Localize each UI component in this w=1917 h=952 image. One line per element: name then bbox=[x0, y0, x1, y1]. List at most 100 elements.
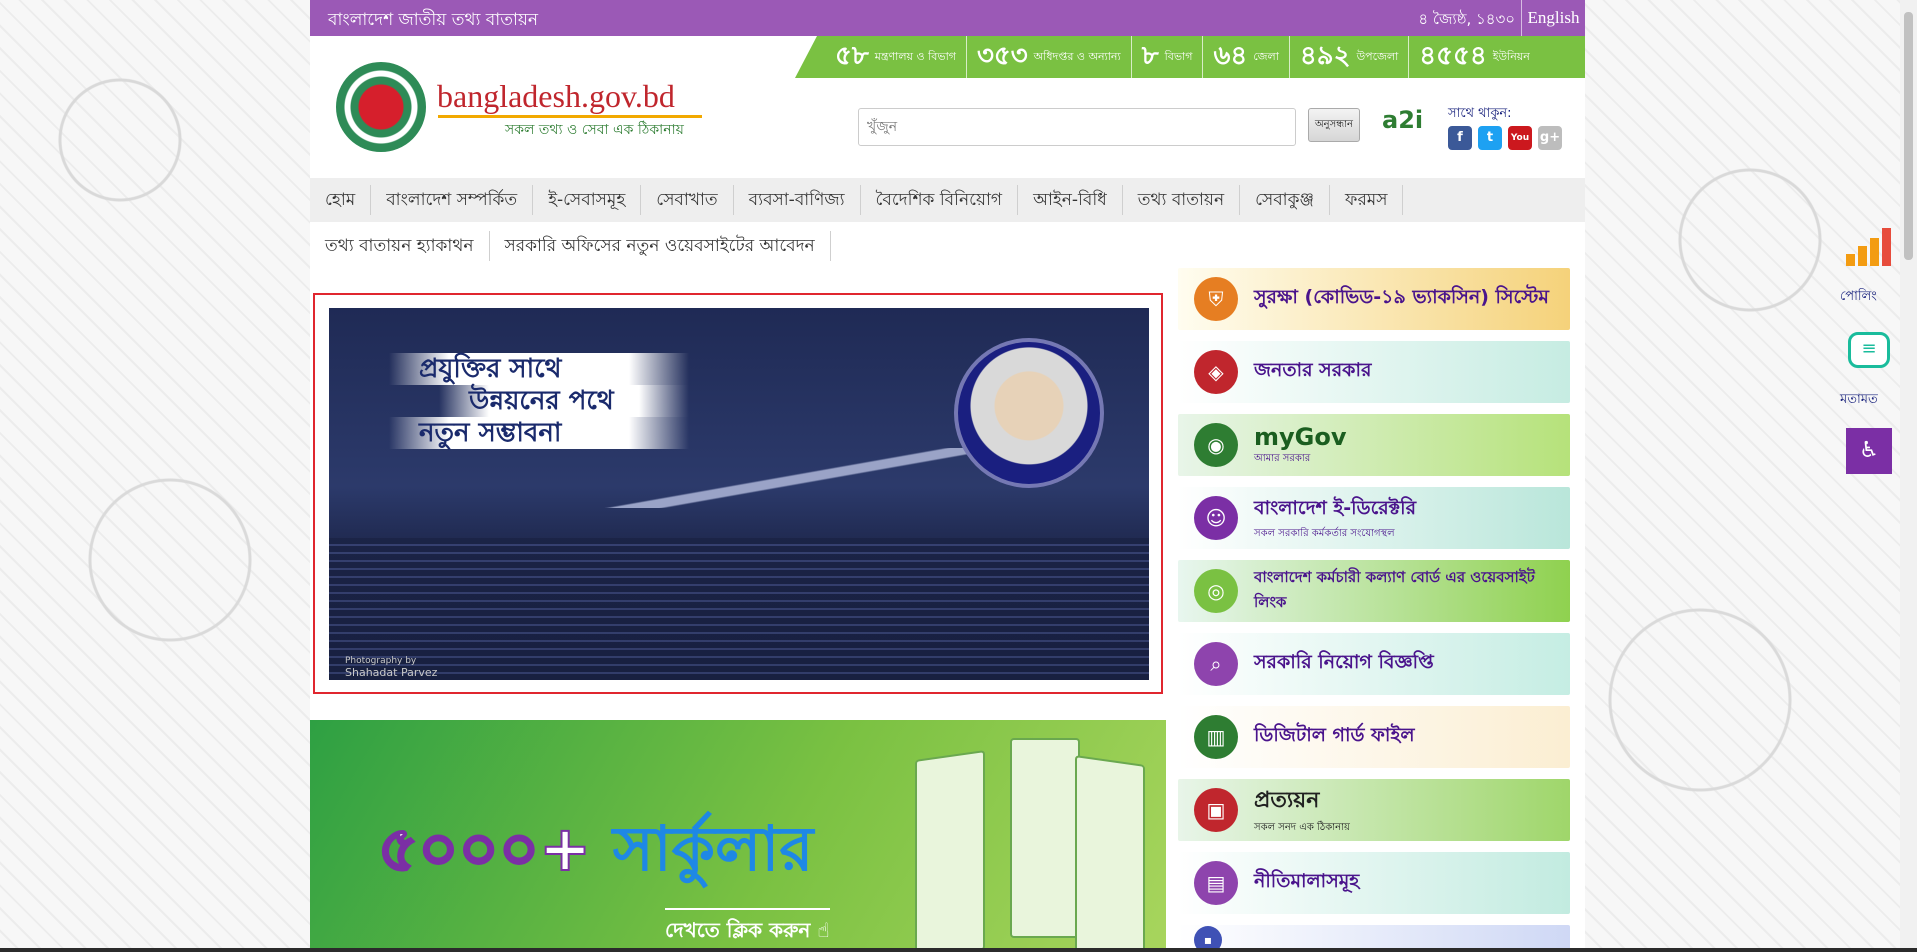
card-title: প্রত্যয়ন সকল সনদ এক ঠিকানায় bbox=[1254, 788, 1350, 833]
a2i-logo[interactable]: a2i bbox=[1382, 106, 1423, 134]
user-icon: ☺ bbox=[1194, 496, 1238, 540]
nav-service-grove[interactable]: সেবাকুঞ্জ bbox=[1240, 185, 1331, 215]
binder-graphic bbox=[1010, 738, 1080, 938]
nav-forms[interactable]: ফরমস bbox=[1330, 185, 1404, 215]
search-input[interactable] bbox=[858, 108, 1296, 146]
card-prottoyon[interactable]: ▣ প্রত্যয়ন সকল সনদ এক ঠিকানায় bbox=[1178, 779, 1570, 841]
card-title: ডিজিটাল গার্ড ফাইল bbox=[1254, 724, 1415, 746]
page-container: বাংলাদেশ জাতীয় তথ্য বাতায়ন ৪ জ্যৈষ্ঠ, … bbox=[310, 0, 1585, 952]
map-icon: ◈ bbox=[1194, 350, 1238, 394]
credit-name: Shahadat Parvez bbox=[345, 666, 438, 679]
card-title: নীতিমালাসমূহ bbox=[1254, 870, 1360, 892]
banner-headline: ৫০০০+ সার্কুলার bbox=[377, 802, 814, 905]
slider-line-3: নতুন সম্ভাবনা bbox=[389, 417, 689, 449]
stat-label: উপজেলা bbox=[1356, 50, 1399, 63]
government-seal-logo[interactable] bbox=[336, 62, 426, 152]
site-tagline: সকল তথ্য ও সেবা এক ঠিকানায় bbox=[505, 122, 684, 138]
nav-foreign-investment[interactable]: বৈদেশিক বিনিয়োগ bbox=[861, 185, 1019, 215]
binder-graphic bbox=[1075, 755, 1145, 952]
stat-label: জেলা bbox=[1253, 50, 1279, 63]
banner-cta-label: দেখতে ক্লিক করুন bbox=[665, 918, 811, 942]
card-title: সরকারি নিয়োগ বিজ্ঞপ্তি bbox=[1254, 651, 1434, 673]
nav-info-portal[interactable]: তথ্য বাতায়ন bbox=[1123, 185, 1241, 215]
feedback-icon[interactable]: ≡ bbox=[1848, 332, 1890, 368]
google-plus-icon[interactable]: g+ bbox=[1538, 126, 1562, 150]
card-title: জনতার সরকার bbox=[1254, 359, 1372, 381]
nav-laws[interactable]: আইন-বিধি bbox=[1018, 185, 1123, 215]
card-title: সুরক্ষা (কোভিড-১৯ ভ্যাকসিন) সিস্টেম bbox=[1254, 286, 1549, 308]
card-title: বাংলাদেশ কর্মচারী কল্যাণ বোর্ড এর ওয়েবস… bbox=[1254, 568, 1535, 611]
stat-label: মন্ত্রণালয় ও বিভাগ bbox=[874, 50, 956, 63]
card-janatar-sarkar[interactable]: ◈ জনতার সরকার bbox=[1178, 341, 1570, 403]
pointer-hand-icon: ☝ bbox=[817, 918, 830, 942]
polling-label[interactable]: পোলিং bbox=[1840, 287, 1877, 308]
document-hand-icon: ▤ bbox=[1194, 861, 1238, 905]
nav-hackathon[interactable]: তথ্য বাতায়ন হ্যাকাথন bbox=[310, 231, 490, 261]
portal-name[interactable]: বাংলাদেশ জাতীয় তথ্য বাতায়ন bbox=[328, 7, 538, 35]
circular-banner[interactable]: ৫০০০+ সার্কুলার দেখতে ক্লিক করুন ☝ bbox=[310, 720, 1166, 952]
twitter-icon[interactable]: t bbox=[1478, 126, 1502, 150]
card-title: myGov আমার সরকার bbox=[1254, 422, 1347, 464]
nav-new-website-application[interactable]: সরকারি অফিসের নতুন ওয়েবসাইটের আবেদন bbox=[490, 231, 831, 261]
portrait-image bbox=[954, 338, 1104, 488]
search-person-icon: ⌕ bbox=[1194, 642, 1238, 686]
mygov-icon: ◉ bbox=[1194, 423, 1238, 467]
hero-image: প্রযুক্তির সাথে উন্নয়নের পথে নতুন সম্ভা… bbox=[329, 308, 1149, 680]
stat-upazilas[interactable]: ৪৯২ উপজেলা bbox=[1290, 36, 1410, 78]
stat-number: ৪৫৫৪ bbox=[1419, 41, 1487, 71]
nav-e-services[interactable]: ই-সেবাসমূহ bbox=[533, 185, 642, 215]
card-surokkha[interactable]: ⛨ সুরক্ষা (কোভিড-১৯ ভ্যাকসিন) সিস্টেম bbox=[1178, 268, 1570, 330]
accessibility-icon[interactable]: ♿ bbox=[1846, 428, 1892, 474]
photo-credit: Photography by Shahadat Parvez bbox=[345, 656, 437, 679]
banner-word: সার্কুলার bbox=[612, 812, 814, 885]
banner-number: ৫০০০+ bbox=[377, 811, 592, 886]
vertical-scrollbar[interactable] bbox=[1900, 0, 1917, 952]
stat-departments[interactable]: ৩৫৩ অধিদপ্তর ও অন্যান্য bbox=[967, 36, 1132, 78]
stat-number: ৩৫৩ bbox=[976, 41, 1028, 71]
feedback-label[interactable]: মতামত bbox=[1840, 390, 1878, 411]
youtube-icon[interactable]: You bbox=[1508, 126, 1532, 150]
banner-cta[interactable]: দেখতে ক্লিক করুন ☝ bbox=[665, 908, 830, 949]
stat-number: ৬৪ bbox=[1213, 41, 1248, 71]
binder-icon: ▥ bbox=[1194, 715, 1238, 759]
main-nav-row-2: তথ্য বাতায়ন হ্যাকাথন সরকারি অফিসের নতুন… bbox=[310, 224, 1585, 268]
card-policies[interactable]: ▤ নীতিমালাসমূহ bbox=[1178, 852, 1570, 914]
card-welfare-board[interactable]: ◎ বাংলাদেশ কর্মচারী কল্যাণ বোর্ড এর ওয়ে… bbox=[1178, 560, 1570, 622]
stat-number: ৮ bbox=[1141, 41, 1159, 71]
stat-label: বিভাগ bbox=[1164, 50, 1193, 63]
slider-caption: প্রযুক্তির সাথে উন্নয়নের পথে নতুন সম্ভা… bbox=[389, 353, 689, 449]
top-bar: বাংলাদেশ জাতীয় তথ্য বাতায়ন ৪ জ্যৈষ্ঠ, … bbox=[310, 0, 1585, 36]
search-button[interactable]: অনুসন্ধান bbox=[1308, 108, 1360, 142]
stat-districts[interactable]: ৬৪ জেলা bbox=[1203, 36, 1290, 78]
nav-business[interactable]: ব্যবসা-বাণিজ্য bbox=[734, 185, 861, 215]
nav-about-bangladesh[interactable]: বাংলাদেশ সম্পর্কিত bbox=[371, 185, 534, 215]
main-nav-row-1: হোম বাংলাদেশ সম্পর্কিত ই-সেবাসমূহ সেবাখা… bbox=[310, 178, 1585, 222]
polling-icon[interactable] bbox=[1846, 228, 1891, 266]
site-name[interactable]: bangladesh.gov.bd bbox=[437, 78, 675, 115]
social-links: f t You g+ bbox=[1448, 126, 1562, 150]
hero-slider[interactable]: প্রযুক্তির সাথে উন্নয়নের পথে নতুন সম্ভা… bbox=[313, 293, 1163, 694]
stats-strip: ৫৮ মন্ত্রণালয় ও বিভাগ ৩৫৩ অধিদপ্তর ও অন্য… bbox=[795, 36, 1585, 78]
stat-ministries[interactable]: ৫৮ মন্ত্রণালয় ও বিভাগ bbox=[825, 36, 967, 78]
nav-home[interactable]: হোম bbox=[310, 185, 372, 215]
card-job-circular[interactable]: ⌕ সরকারি নিয়োগ বিজ্ঞপ্তি bbox=[1178, 633, 1570, 695]
slider-line-1: প্রযুক্তির সাথে bbox=[389, 353, 689, 385]
credit-label: Photography by bbox=[345, 656, 417, 666]
card-mygov[interactable]: ◉ myGov আমার সরকার bbox=[1178, 414, 1570, 476]
slider-line-2: উন্নয়নের পথে bbox=[439, 385, 689, 417]
card-e-directory[interactable]: ☺ বাংলাদেশ ই-ডিরেক্টরি সকল সরকারি কর্মকর্… bbox=[1178, 487, 1570, 549]
card-guard-file[interactable]: ▥ ডিজিটাল গার্ড ফাইল bbox=[1178, 706, 1570, 768]
stat-divisions[interactable]: ৮ বিভাগ bbox=[1132, 36, 1204, 78]
follow-label: সাথে থাকুন: bbox=[1448, 106, 1512, 121]
scrollbar-thumb[interactable] bbox=[1904, 12, 1913, 260]
certificate-icon: ▣ bbox=[1194, 788, 1238, 832]
binder-graphic bbox=[915, 750, 985, 952]
water-reflection bbox=[329, 538, 1149, 680]
nav-service-sectors[interactable]: সেবাখাত bbox=[641, 185, 734, 215]
quick-links-column: ⛨ সুরক্ষা (কোভিড-১৯ ভ্যাকসিন) সিস্টেম ◈ … bbox=[1178, 268, 1570, 952]
facebook-icon[interactable]: f bbox=[1448, 126, 1472, 150]
stat-unions[interactable]: ৪৫৫৪ ইউনিয়ন bbox=[1409, 36, 1540, 78]
stat-number: ৪৯২ bbox=[1299, 41, 1351, 71]
language-toggle-link[interactable]: English bbox=[1521, 0, 1585, 36]
globe-icon: ◎ bbox=[1194, 569, 1238, 613]
